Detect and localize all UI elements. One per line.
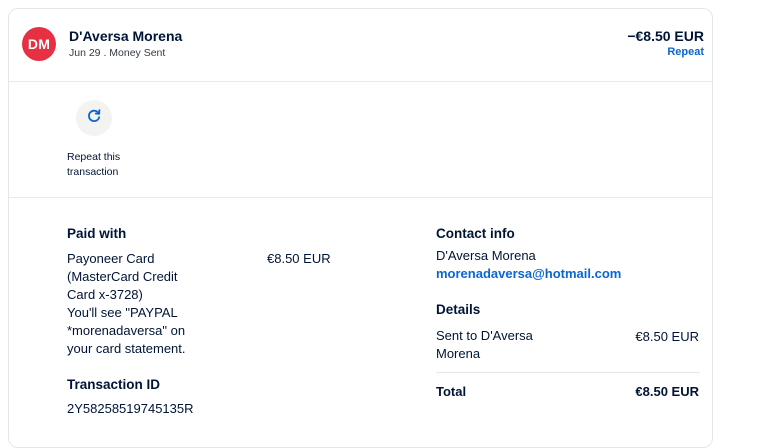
repeat-label-line: Repeat this	[67, 151, 121, 163]
transaction-id: 2Y58258519745135R	[67, 401, 194, 416]
paid-amount: €8.50 EUR	[267, 251, 331, 266]
repeat-transaction-label[interactable]: Repeat this transaction	[67, 150, 147, 180]
total-label: Total	[436, 384, 467, 399]
transaction-header[interactable]: DM D'Aversa Morena Jun 29 . Money Sent −…	[9, 9, 712, 82]
payment-method-line: You'll see "PAYPAL	[67, 305, 178, 320]
contact-info-title: Contact info	[436, 226, 515, 241]
sent-to: Sent to D'Aversa Morena	[436, 327, 566, 363]
repeat-link[interactable]: Repeat	[667, 46, 704, 58]
transaction-date-type: Jun 29 . Money Sent	[69, 47, 166, 59]
details-divider	[436, 372, 700, 373]
details-title: Details	[436, 302, 481, 317]
paid-with-title: Paid with	[67, 226, 127, 241]
transaction-id-title: Transaction ID	[67, 377, 161, 392]
payment-method: Payoneer Card (MasterCard Credit Card x-…	[67, 250, 217, 358]
avatar: DM	[22, 27, 56, 61]
transaction-amount: −€8.50 EUR	[627, 28, 704, 44]
sent-to-line: Morena	[436, 346, 481, 361]
payment-method-line: (MasterCard Credit	[67, 269, 178, 284]
recipient-name: D'Aversa Morena	[69, 28, 183, 44]
refresh-icon	[86, 108, 102, 129]
contact-email-link[interactable]: morenadaversa@hotmail.com	[436, 266, 621, 281]
repeat-label-line: transaction	[67, 166, 119, 178]
payment-method-line: your card statement.	[67, 341, 186, 356]
payment-method-line: Card x-3728)	[67, 287, 143, 302]
payment-method-line: Payoneer Card	[67, 251, 155, 266]
actions-section: Repeat this transaction	[9, 81, 712, 198]
repeat-transaction-button[interactable]	[76, 100, 112, 136]
transaction-card: DM D'Aversa Morena Jun 29 . Money Sent −…	[8, 8, 713, 448]
total-amount: €8.50 EUR	[635, 384, 699, 399]
payment-method-line: *morenadaversa" on	[67, 323, 186, 338]
sent-to-line: Sent to D'Aversa	[436, 328, 533, 343]
contact-name: D'Aversa Morena	[436, 248, 536, 263]
sent-amount: €8.50 EUR	[635, 329, 699, 344]
